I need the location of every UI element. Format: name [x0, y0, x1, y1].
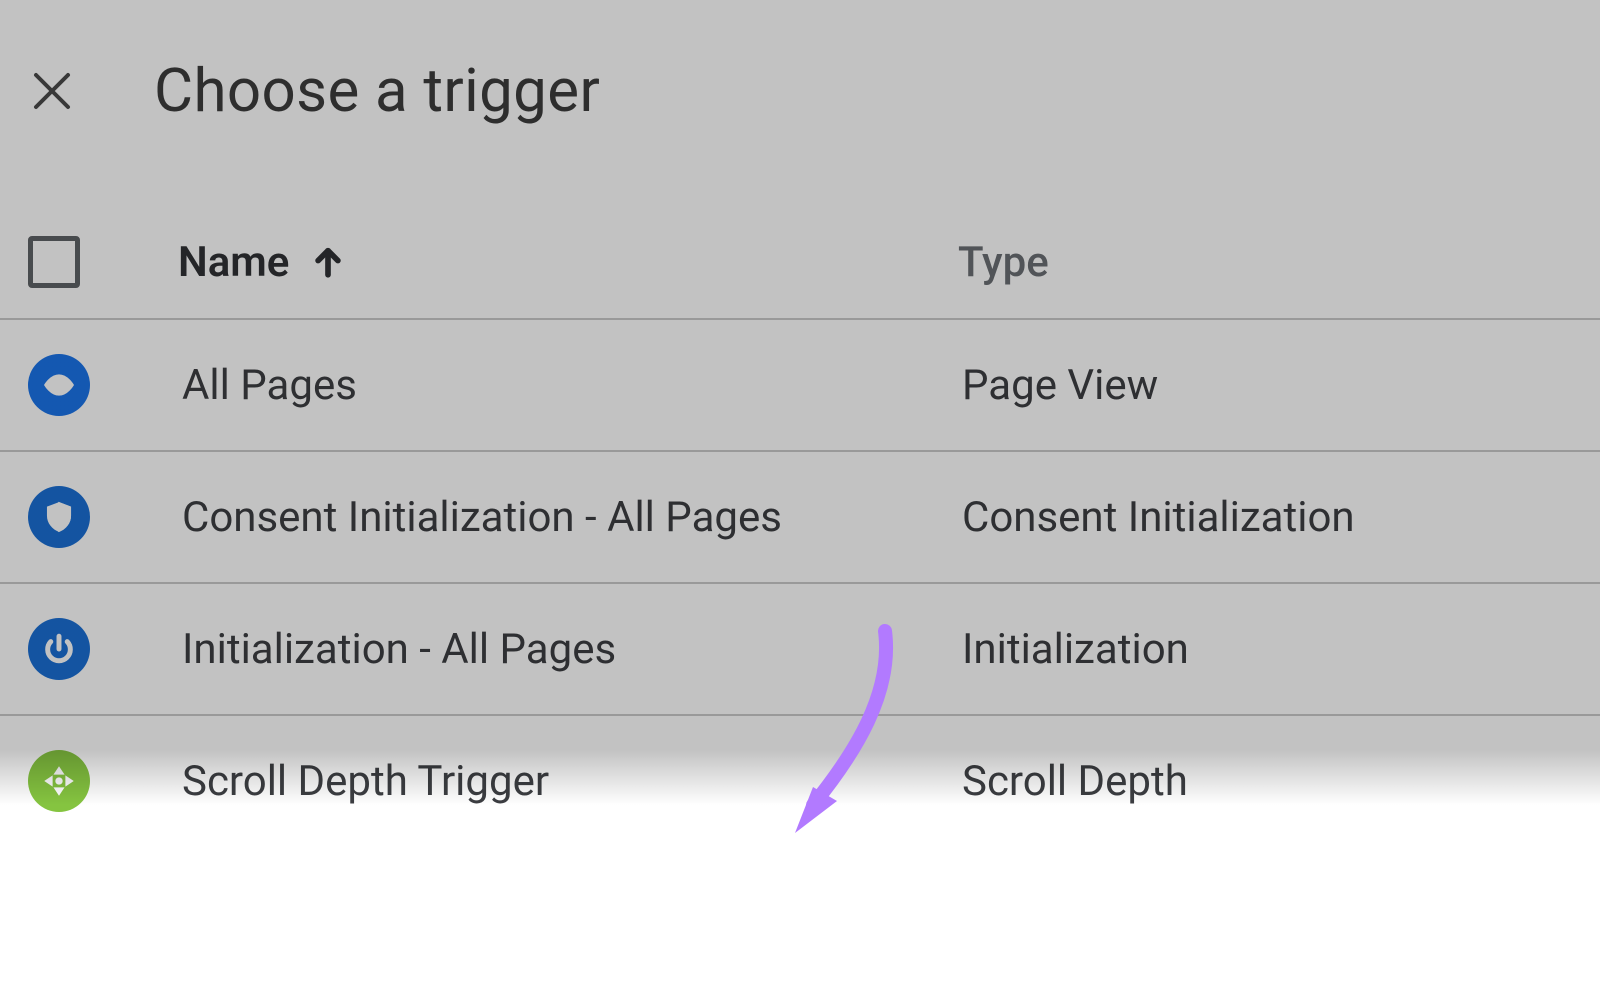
eye-icon	[28, 354, 90, 416]
trigger-row[interactable]: Initialization - All Pages Initializatio…	[0, 584, 1600, 716]
column-header-type[interactable]: Type	[958, 238, 1572, 287]
scroll-icon	[28, 750, 90, 812]
column-header-name[interactable]: Name	[178, 238, 958, 287]
trigger-row[interactable]: All Pages Page View	[0, 320, 1600, 452]
sort-ascending-icon	[311, 245, 345, 279]
shield-icon	[28, 486, 90, 548]
trigger-type: Page View	[962, 361, 1572, 410]
trigger-name: All Pages	[182, 361, 962, 410]
power-icon	[28, 618, 90, 680]
trigger-type: Consent Initialization	[962, 493, 1572, 542]
trigger-row-highlighted[interactable]: Scroll Depth Trigger Scroll Depth	[0, 716, 1600, 846]
table-header-row: Name Type	[0, 206, 1600, 320]
trigger-type: Initialization	[962, 625, 1572, 674]
close-icon[interactable]	[30, 69, 74, 113]
panel-title: Choose a trigger	[154, 55, 600, 126]
select-all-checkbox[interactable]	[28, 236, 80, 288]
panel-header: Choose a trigger	[0, 0, 1600, 206]
trigger-name: Scroll Depth Trigger	[182, 757, 962, 806]
trigger-chooser-panel: Choose a trigger Name Type All Pages Pag…	[0, 0, 1600, 1000]
trigger-type: Scroll Depth	[962, 757, 1572, 806]
column-header-name-label: Name	[178, 238, 289, 287]
trigger-name: Consent Initialization - All Pages	[182, 493, 962, 542]
column-header-type-label: Type	[958, 238, 1049, 287]
trigger-name: Initialization - All Pages	[182, 625, 962, 674]
trigger-row[interactable]: Consent Initialization - All Pages Conse…	[0, 452, 1600, 584]
